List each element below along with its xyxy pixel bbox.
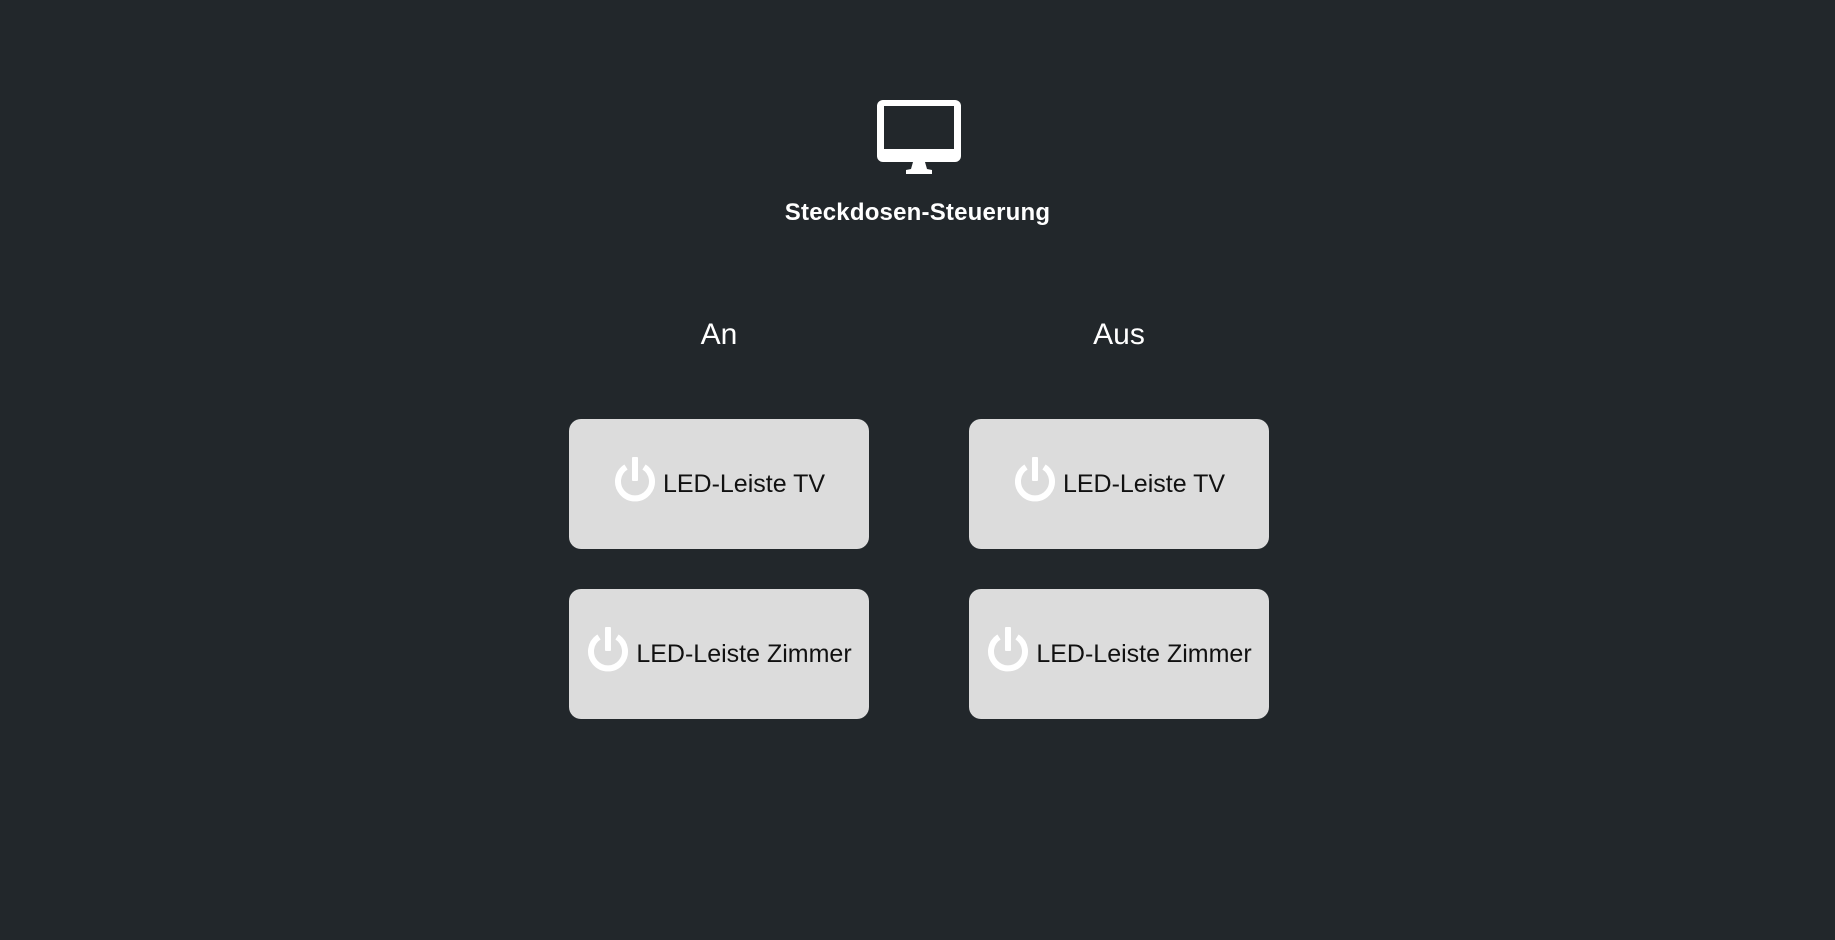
led-zimmer-off-button[interactable]: LED-Leiste Zimmer [969,589,1269,719]
column-heading-on: An [700,318,738,351]
power-icon [614,457,655,502]
button-label: LED-Leiste Zimmer [636,639,852,668]
page: Steckdosen-Steuerung An Aus LED-Leiste T… [0,0,1835,940]
column-heading-off: Aus [1093,318,1145,351]
power-icon [988,627,1029,672]
led-tv-off-button[interactable]: LED-Leiste TV [969,419,1269,549]
button-label: LED-Leiste TV [662,469,826,498]
button-label: LED-Leiste Zimmer [1036,639,1252,668]
monitor-icon [877,100,961,174]
power-icon [1014,457,1055,502]
page-title: Steckdosen-Steuerung [784,199,1051,226]
led-zimmer-on-button[interactable]: LED-Leiste Zimmer [569,589,869,719]
button-label: LED-Leiste TV [1062,469,1226,498]
power-icon [588,627,629,672]
led-tv-on-button[interactable]: LED-Leiste TV [569,419,869,549]
